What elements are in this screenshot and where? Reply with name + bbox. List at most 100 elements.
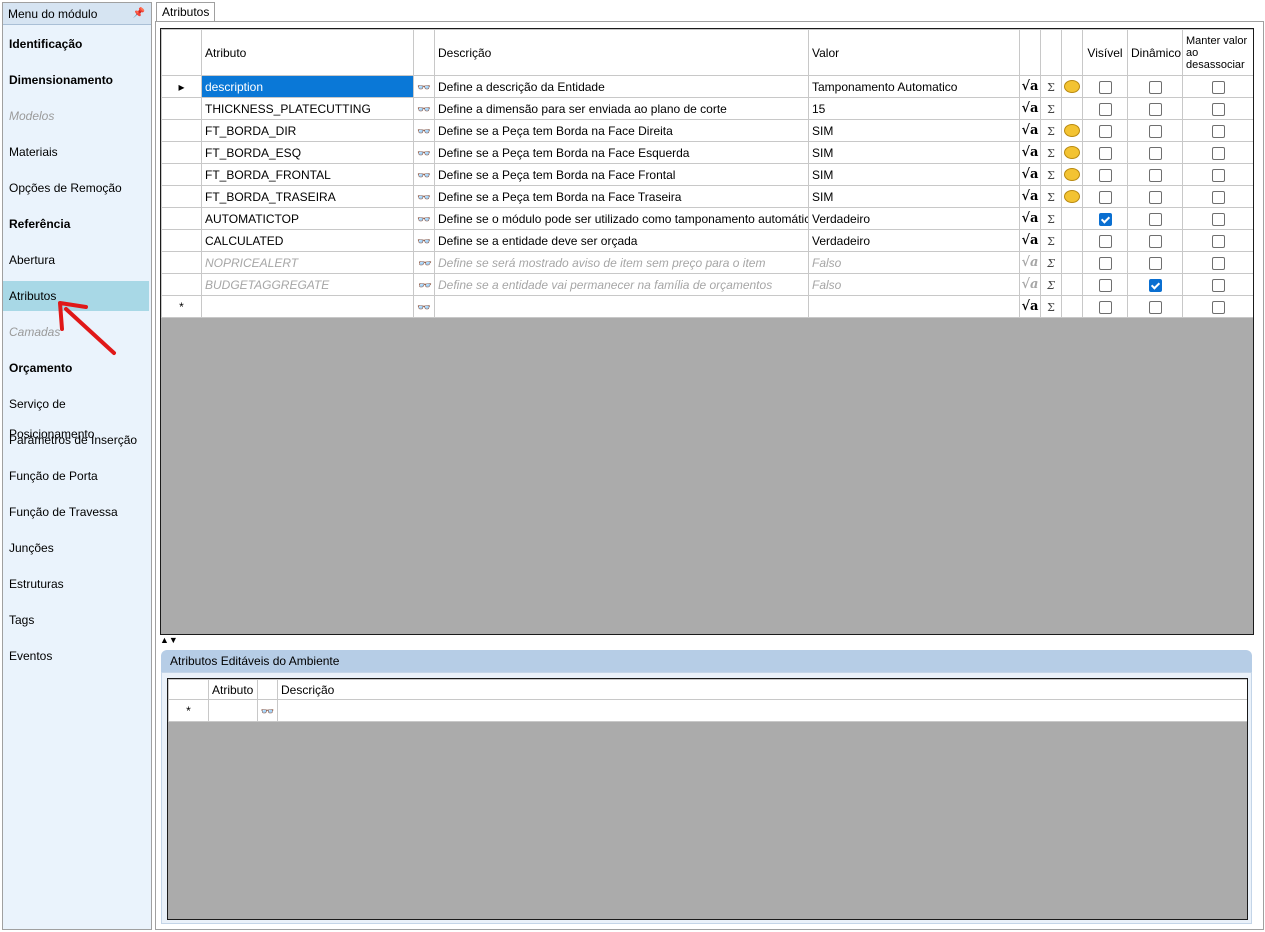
binoculars-icon[interactable]: 👓 — [413, 141, 435, 164]
row-header[interactable] — [161, 97, 202, 120]
keep-cell[interactable] — [1182, 141, 1253, 164]
keep-cell[interactable] — [1182, 97, 1253, 120]
visible-cell[interactable] — [1082, 273, 1128, 296]
value-cell[interactable]: Verdadeiro — [808, 229, 1020, 252]
sidebar-item-11[interactable]: Parâmetros de Inserção — [3, 425, 149, 455]
row-header[interactable]: ▸ — [161, 75, 202, 98]
binoculars-icon[interactable]: 👓 — [413, 97, 435, 120]
keep-cell[interactable] — [1182, 207, 1253, 230]
sigma-icon[interactable]: Σ — [1040, 75, 1062, 98]
value-cell[interactable]: Falso — [808, 251, 1020, 274]
attribute-cell[interactable]: THICKNESS_PLATECUTTING — [201, 97, 414, 120]
table-row[interactable]: FT_BORDA_DIR 👓 Define se a Peça tem Borda … — [161, 119, 1253, 142]
formula-icon[interactable]: √a — [1019, 251, 1041, 274]
attribute-cell[interactable]: NOPRICEALERT — [201, 251, 414, 274]
visible-cell[interactable] — [1082, 229, 1128, 252]
visible-cell[interactable] — [1082, 75, 1128, 98]
keep-value-checkbox[interactable] — [1211, 300, 1225, 314]
visible-cell[interactable] — [1082, 141, 1128, 164]
column-header-atributo[interactable]: Atributo — [201, 29, 414, 76]
dynamic-checkbox[interactable] — [1148, 300, 1162, 314]
formula-icon[interactable]: √a — [1019, 119, 1041, 142]
sigma-icon[interactable]: Σ — [1040, 97, 1062, 120]
table-row[interactable]: FT_BORDA_ESQ 👓 Define se a Peça tem Borda … — [161, 141, 1253, 164]
row-header[interactable] — [161, 229, 202, 252]
attribute-cell[interactable]: BUDGETAGGREGATE — [201, 273, 414, 296]
description-cell[interactable]: Define a descrição da Entidade — [434, 75, 809, 98]
table-row[interactable]: FT_BORDA_FRONTAL 👓 Define se a Peça tem Bo… — [161, 163, 1253, 186]
keep-value-checkbox[interactable] — [1211, 234, 1225, 248]
keep-value-checkbox[interactable] — [1211, 146, 1225, 160]
description-cell[interactable]: Define se a entidade vai permanecer na f… — [434, 273, 809, 296]
attribute-cell[interactable]: AUTOMATICTOP — [201, 207, 414, 230]
sigma-icon[interactable]: Σ — [1040, 119, 1062, 142]
table-row[interactable]: NOPRICEALERT 👓 Define se será mostrado avi… — [161, 251, 1253, 274]
description-cell[interactable]: Define se a Peça tem Borda na Face Trase… — [434, 185, 809, 208]
sidebar-item-13[interactable]: Função de Travessa — [3, 497, 149, 527]
ambient-new-row-description-cell[interactable] — [277, 699, 1247, 722]
visible-checkbox[interactable] — [1098, 80, 1112, 94]
description-cell[interactable]: Define se será mostrado aviso de item se… — [434, 251, 809, 274]
binoculars-icon[interactable]: 👓 — [413, 119, 435, 142]
comment-icon[interactable] — [1061, 185, 1083, 208]
keep-cell[interactable] — [1182, 295, 1253, 318]
attribute-cell[interactable]: FT_BORDA_FRONTAL — [201, 163, 414, 186]
value-cell[interactable]: Tamponamento Automatico — [808, 75, 1020, 98]
formula-icon[interactable]: √a — [1019, 75, 1041, 98]
keep-value-checkbox[interactable] — [1211, 102, 1225, 116]
formula-icon[interactable]: √a — [1019, 273, 1041, 296]
binoculars-icon[interactable]: 👓 — [257, 699, 278, 722]
row-header[interactable] — [161, 163, 202, 186]
visible-checkbox[interactable] — [1098, 124, 1112, 138]
table-row[interactable]: BUDGETAGGREGATE 👓 Define se a entidade vai… — [161, 273, 1253, 296]
formula-icon[interactable]: √a — [1019, 185, 1041, 208]
sidebar-item-1[interactable]: Dimensionamento — [3, 65, 149, 95]
visible-checkbox[interactable] — [1098, 102, 1112, 116]
visible-cell[interactable] — [1082, 119, 1128, 142]
column-header-valor[interactable]: Valor — [808, 29, 1020, 76]
dynamic-checkbox[interactable] — [1148, 278, 1162, 292]
attribute-cell[interactable]: CALCULATED — [201, 229, 414, 252]
description-cell[interactable]: Define se a Peça tem Borda na Face Esque… — [434, 141, 809, 164]
dynamic-checkbox[interactable] — [1148, 190, 1162, 204]
description-cell[interactable]: Define se o módulo pode ser utilizado co… — [434, 207, 809, 230]
table-row[interactable]: CALCULATED 👓 Define se a entidade deve ser… — [161, 229, 1253, 252]
row-header[interactable] — [161, 251, 202, 274]
sidebar-item-16[interactable]: Tags — [3, 605, 149, 635]
column-header-dinamico[interactable]: Dinâmico — [1127, 29, 1183, 76]
dynamic-checkbox[interactable] — [1148, 124, 1162, 138]
value-cell[interactable]: Falso — [808, 273, 1020, 296]
description-cell[interactable]: Define se a entidade deve ser orçada — [434, 229, 809, 252]
new-row-marker[interactable]: * — [161, 295, 202, 318]
value-cell[interactable]: SIM — [808, 119, 1020, 142]
sigma-icon[interactable]: Σ — [1040, 207, 1062, 230]
new-row[interactable]: * 👓 √a Σ — [161, 295, 1253, 318]
dynamic-cell[interactable] — [1127, 75, 1183, 98]
comment-icon[interactable] — [1061, 273, 1083, 296]
row-header[interactable] — [161, 273, 202, 296]
binoculars-icon[interactable]: 👓 — [413, 163, 435, 186]
comment-icon[interactable] — [1061, 229, 1083, 252]
description-cell[interactable]: Define se a Peça tem Borda na Face Front… — [434, 163, 809, 186]
comment-icon[interactable] — [1061, 163, 1083, 186]
formula-icon[interactable]: √a — [1019, 207, 1041, 230]
sigma-icon[interactable]: Σ — [1040, 163, 1062, 186]
sidebar-item-0[interactable]: Identificação — [3, 29, 149, 59]
comment-icon[interactable] — [1061, 119, 1083, 142]
formula-icon[interactable]: √a — [1019, 141, 1041, 164]
visible-checkbox[interactable] — [1098, 212, 1112, 226]
ambient-column-header-descricao[interactable]: Descrição — [277, 679, 1247, 700]
sidebar-item-10[interactable]: Serviço de Posicionamento — [3, 389, 149, 441]
keep-cell[interactable] — [1182, 251, 1253, 274]
keep-cell[interactable] — [1182, 75, 1253, 98]
column-header-formula[interactable] — [1019, 29, 1041, 76]
sidebar-item-5[interactable]: Referência — [3, 209, 149, 239]
keep-value-checkbox[interactable] — [1211, 278, 1225, 292]
visible-checkbox[interactable] — [1098, 234, 1112, 248]
keep-value-checkbox[interactable] — [1211, 124, 1225, 138]
visible-cell[interactable] — [1082, 207, 1128, 230]
row-header[interactable] — [161, 119, 202, 142]
dynamic-checkbox[interactable] — [1148, 102, 1162, 116]
value-cell[interactable]: Verdadeiro — [808, 207, 1020, 230]
dynamic-cell[interactable] — [1127, 251, 1183, 274]
